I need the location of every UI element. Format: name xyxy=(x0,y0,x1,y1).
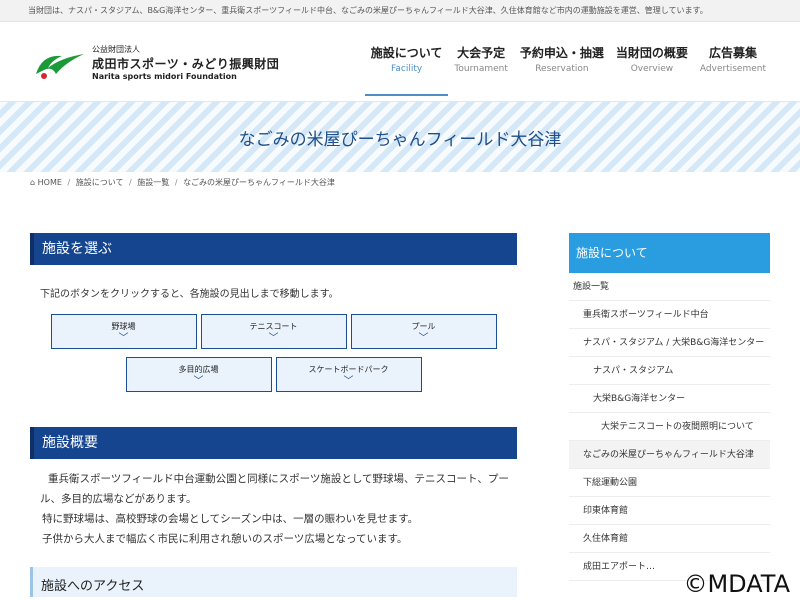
nav-advertisement[interactable]: 広告募集 Advertisement xyxy=(694,40,772,96)
nav-label-en: Reservation xyxy=(535,64,589,74)
sidebar-list: 施設一覧 重兵衛スポーツフィールド中台 ナスパ・スタジアム / 大栄B&G海洋セ… xyxy=(569,273,770,581)
facility-button-label: 野球場 xyxy=(111,322,136,331)
overview-line: 特に野球場は、高校野球の会場としてシーズン中は、一層の賑わいを見せます。 xyxy=(42,513,419,525)
top-info-bar: 当財団は、ナスパ・スタジアム、B&G海洋センター、重兵衛スポーツフィールド中台、… xyxy=(0,0,800,22)
sidebar-item[interactable]: 久住体育館 xyxy=(569,525,770,553)
home-icon: ⌂ xyxy=(30,178,36,187)
facility-button-baseball[interactable]: 野球場 ﹀ xyxy=(50,314,197,349)
facility-button-multipurpose[interactable]: 多目的広場 ﹀ xyxy=(125,357,272,392)
nav-label-en: Facility xyxy=(391,64,423,74)
logo-english: Narita sports midori Foundation xyxy=(92,72,237,81)
nav-overview[interactable]: 当財団の概要 Overview xyxy=(610,40,694,96)
section-title-select: 施設を選ぶ xyxy=(30,233,517,265)
page-title: なごみの米屋ぴーちゃんフィールド大谷津 xyxy=(238,129,562,150)
facility-button-tennis[interactable]: テニスコート ﹀ xyxy=(200,314,347,349)
site-logo[interactable]: 公益財団法人 成田市スポーツ・みどり振興財団 Narita sports mid… xyxy=(32,44,279,81)
nav-tournament[interactable]: 大会予定 Tournament xyxy=(448,40,513,96)
sidebar-title: 施設について xyxy=(569,233,770,273)
chevron-down-icon: ﹀ xyxy=(193,376,204,387)
breadcrumb-home[interactable]: HOME xyxy=(38,178,62,187)
nav-label-en: Overview xyxy=(630,64,674,74)
breadcrumb-item[interactable]: 施設一覧 xyxy=(137,178,169,187)
facility-button-label: 多目的広場 xyxy=(178,365,219,374)
section-title-overview: 施設概要 xyxy=(30,427,517,459)
nav-label-en: Advertisement xyxy=(699,64,766,74)
breadcrumb-item[interactable]: 施設について xyxy=(76,178,124,187)
facility-button-row: 野球場 ﹀ テニスコート ﹀ プール ﹀ xyxy=(30,314,517,349)
breadcrumb-current: なごみの米屋ぴーちゃんフィールド大谷津 xyxy=(183,178,335,187)
page-banner: なごみの米屋ぴーちゃんフィールド大谷津 xyxy=(0,102,800,172)
nav-label-jp: 当財団の概要 xyxy=(615,46,688,60)
chevron-down-icon: ﹀ xyxy=(343,376,354,387)
chevron-down-icon: ﹀ xyxy=(418,333,429,344)
nav-label-jp: 施設について xyxy=(370,46,443,60)
facility-button-row: 多目的広場 ﹀ スケートボードパーク ﹀ xyxy=(30,357,517,392)
main-content: 施設を選ぶ 下記のボタンをクリックすると、各施設の見出しまで移動します。 野球場… xyxy=(30,233,517,597)
sidebar-item[interactable]: ナスパ・スタジアム / 大栄B&G海洋センター xyxy=(569,329,770,357)
overview-line: 子供から大人まで幅広く市民に利用され憩いのスポーツ広場となっています。 xyxy=(42,533,408,545)
main-nav: 施設について Facility 大会予定 Tournament 予約申込・抽選 … xyxy=(364,40,772,96)
breadcrumb-separator: / xyxy=(67,178,71,187)
sidebar-item[interactable]: 施設一覧 xyxy=(569,273,770,301)
sidebar-item[interactable]: 大栄B&G海洋センター xyxy=(569,385,770,413)
breadcrumb-separator: / xyxy=(174,178,178,187)
breadcrumb: ⌂ HOME / 施設について / 施設一覧 / なごみの米屋ぴーちゃんフィール… xyxy=(0,172,800,194)
facility-button-skatepark[interactable]: スケートボードパーク ﹀ xyxy=(275,357,422,392)
select-intro-text: 下記のボタンをクリックすると、各施設の見出しまで移動します。 xyxy=(40,289,339,300)
sidebar-item[interactable]: 大栄テニスコートの夜間照明について xyxy=(569,413,770,441)
sidebar-item[interactable]: 印東体育館 xyxy=(569,497,770,525)
sidebar-item[interactable]: ナスパ・スタジアム xyxy=(569,357,770,385)
facility-button-label: スケートボードパーク xyxy=(308,365,389,374)
facility-button-pool[interactable]: プール ﹀ xyxy=(350,314,497,349)
site-header: 公益財団法人 成田市スポーツ・みどり振興財団 Narita sports mid… xyxy=(0,22,800,102)
nav-label-jp: 大会予定 xyxy=(457,46,506,60)
sidebar-item-current[interactable]: なごみの米屋ぴーちゃんフィールド大谷津 xyxy=(569,441,770,469)
logo-title: 成田市スポーツ・みどり振興財団 xyxy=(92,57,280,71)
nav-label-en: Tournament xyxy=(454,64,508,74)
logo-mark-icon xyxy=(32,46,90,80)
nav-label-jp: 広告募集 xyxy=(708,46,757,60)
watermark: ©MDATA xyxy=(683,570,790,598)
sidebar-item[interactable]: 下総運動公園 xyxy=(569,469,770,497)
nav-reservation[interactable]: 予約申込・抽選 Reservation xyxy=(514,40,610,96)
logo-subtitle: 公益財団法人 xyxy=(92,45,140,54)
chevron-down-icon: ﹀ xyxy=(268,333,279,344)
overview-line: ル、多目的広場などがあります。 xyxy=(40,493,197,505)
chevron-down-icon: ﹀ xyxy=(118,333,129,344)
facility-button-label: プール xyxy=(411,322,436,331)
nav-label-jp: 予約申込・抽選 xyxy=(519,46,604,60)
nav-facility[interactable]: 施設について Facility xyxy=(364,40,449,96)
overview-line: 重兵衛スポーツフィールド中台運動公園と同様にスポーツ施設として野球場、テニスコー… xyxy=(48,473,509,485)
breadcrumb-separator: / xyxy=(129,178,132,187)
sidebar: 施設について 施設一覧 重兵衛スポーツフィールド中台 ナスパ・スタジアム / 大… xyxy=(569,233,770,581)
sidebar-item[interactable]: 重兵衛スポーツフィールド中台 xyxy=(569,301,770,329)
section-title-access: 施設へのアクセス xyxy=(30,567,517,597)
facility-button-label: テニスコート xyxy=(249,322,298,331)
overview-text: 重兵衛スポーツフィールド中台運動公園と同様にスポーツ施設として野球場、テニスコー… xyxy=(30,459,517,549)
